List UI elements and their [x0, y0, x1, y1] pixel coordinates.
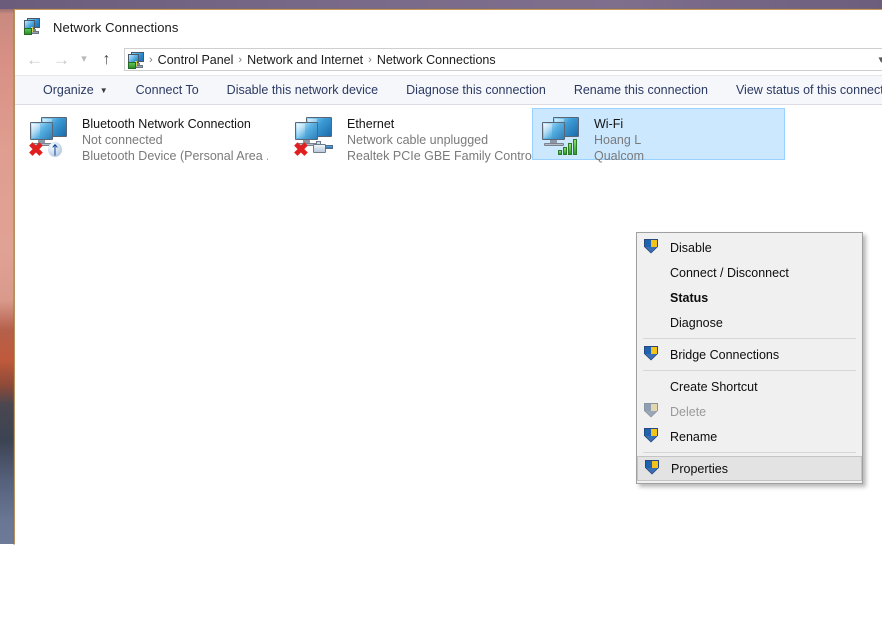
window-title: Network Connections: [53, 20, 178, 35]
menu-item-label: Delete: [670, 405, 706, 419]
menu-item-label: Status: [670, 291, 708, 305]
address-bar[interactable]: › Control Panel › Network and Internet ›…: [124, 48, 882, 71]
connection-item-wifi[interactable]: Wi-Fi Hoang L Qualcom: [532, 108, 785, 160]
menu-item-status[interactable]: Status: [637, 285, 862, 310]
menu-item-label: Rename: [670, 430, 717, 444]
menu-item-delete: Delete: [637, 399, 862, 424]
connection-item-ethernet[interactable]: ✖ Ethernet Network cable unplugged Realt…: [286, 109, 539, 161]
network-adapter-icon: ✖: [293, 115, 341, 157]
network-adapter-icon: ✖ ᛏ: [28, 115, 76, 157]
breadcrumb-control-panel[interactable]: Control Panel: [155, 53, 237, 67]
menu-icon-placeholder: [643, 314, 665, 332]
command-organize[interactable]: Organize ▼: [29, 76, 122, 104]
connection-status: Network cable unplugged: [347, 132, 533, 148]
connection-name: Bluetooth Network Connection: [82, 116, 268, 132]
bluetooth-icon: ᛏ: [48, 142, 62, 157]
back-arrow-icon[interactable]: ←: [21, 46, 48, 73]
menu-item-rename[interactable]: Rename: [637, 424, 862, 449]
menu-item-label: Diagnose: [670, 316, 723, 330]
context-menu[interactable]: Disable Connect / Disconnect Status Diag…: [636, 232, 863, 484]
connection-item-bluetooth[interactable]: ✖ ᛏ Bluetooth Network Connection Not con…: [21, 109, 274, 161]
menu-item-properties[interactable]: Properties: [637, 456, 862, 481]
breadcrumb-separator: ›: [366, 54, 374, 66]
connection-name: Ethernet: [347, 116, 533, 132]
uac-shield-icon: [643, 346, 665, 364]
breadcrumb-separator: ›: [147, 54, 155, 66]
up-arrow-icon[interactable]: ↑: [93, 46, 120, 73]
chevron-down-icon: ▼: [100, 86, 108, 95]
menu-item-label: Bridge Connections: [670, 348, 779, 362]
menu-icon-placeholder: [643, 289, 665, 307]
command-organize-label: Organize: [43, 83, 94, 97]
address-network-connection-icon: [128, 51, 145, 68]
network-connections-window: Network Connections ← → ▾ ↑ › Control Pa…: [14, 9, 882, 544]
command-view-status[interactable]: View status of this connection: [722, 76, 882, 104]
title-bar: Network Connections: [15, 10, 882, 44]
uac-shield-icon: [643, 239, 665, 257]
red-x-icon: ✖: [293, 141, 309, 160]
menu-item-connect-disconnect[interactable]: Connect / Disconnect: [637, 260, 862, 285]
breadcrumb-network-connections[interactable]: Network Connections: [374, 53, 499, 67]
wifi-signal-bars-icon: [558, 138, 580, 155]
command-connect-to[interactable]: Connect To: [122, 76, 213, 104]
command-diagnose-connection[interactable]: Diagnose this connection: [392, 76, 560, 104]
menu-item-label: Disable: [670, 241, 712, 255]
menu-separator: [643, 452, 856, 453]
menu-item-bridge-connections[interactable]: Bridge Connections: [637, 342, 862, 367]
connection-device: Bluetooth Device (Personal Area ...: [82, 148, 268, 164]
red-x-icon: ✖: [28, 141, 44, 160]
menu-item-disable[interactable]: Disable: [637, 235, 862, 260]
menu-item-label: Create Shortcut: [670, 380, 758, 394]
breadcrumb-separator: ›: [236, 54, 244, 66]
uac-shield-icon: [643, 428, 665, 446]
chevron-down-icon[interactable]: ▾: [75, 46, 93, 73]
rj45-cable-icon: [313, 141, 333, 154]
connection-status: Hoang L: [594, 132, 644, 148]
connection-device: Qualcom: [594, 148, 644, 164]
uac-shield-icon: [643, 403, 665, 421]
navigation-bar: ← → ▾ ↑ › Control Panel › Network and In…: [15, 44, 882, 75]
connection-device: Realtek PCIe GBE Family Controller: [347, 148, 533, 164]
network-adapter-icon: [540, 115, 588, 157]
breadcrumb-network-and-internet[interactable]: Network and Internet: [244, 53, 366, 67]
network-connection-icon: [24, 17, 44, 37]
forward-arrow-icon[interactable]: →: [48, 46, 75, 73]
menu-separator: [643, 338, 856, 339]
connection-status: Not connected: [82, 132, 268, 148]
menu-icon-placeholder: [643, 378, 665, 396]
connections-list: ✖ ᛏ Bluetooth Network Connection Not con…: [15, 105, 882, 639]
menu-item-label: Properties: [671, 462, 728, 476]
command-disable-device[interactable]: Disable this network device: [213, 76, 392, 104]
uac-shield-icon: [644, 460, 666, 478]
command-rename-connection[interactable]: Rename this connection: [560, 76, 722, 104]
connection-name: Wi-Fi: [594, 116, 644, 132]
menu-item-create-shortcut[interactable]: Create Shortcut: [637, 374, 862, 399]
menu-item-label: Connect / Disconnect: [670, 266, 789, 280]
menu-icon-placeholder: [643, 264, 665, 282]
desktop-top-strip: [0, 0, 882, 9]
menu-separator: [643, 370, 856, 371]
address-dropdown-chevron-down-icon[interactable]: ▾: [878, 53, 882, 66]
menu-item-diagnose[interactable]: Diagnose: [637, 310, 862, 335]
command-bar: Organize ▼ Connect To Disable this netwo…: [15, 75, 882, 105]
